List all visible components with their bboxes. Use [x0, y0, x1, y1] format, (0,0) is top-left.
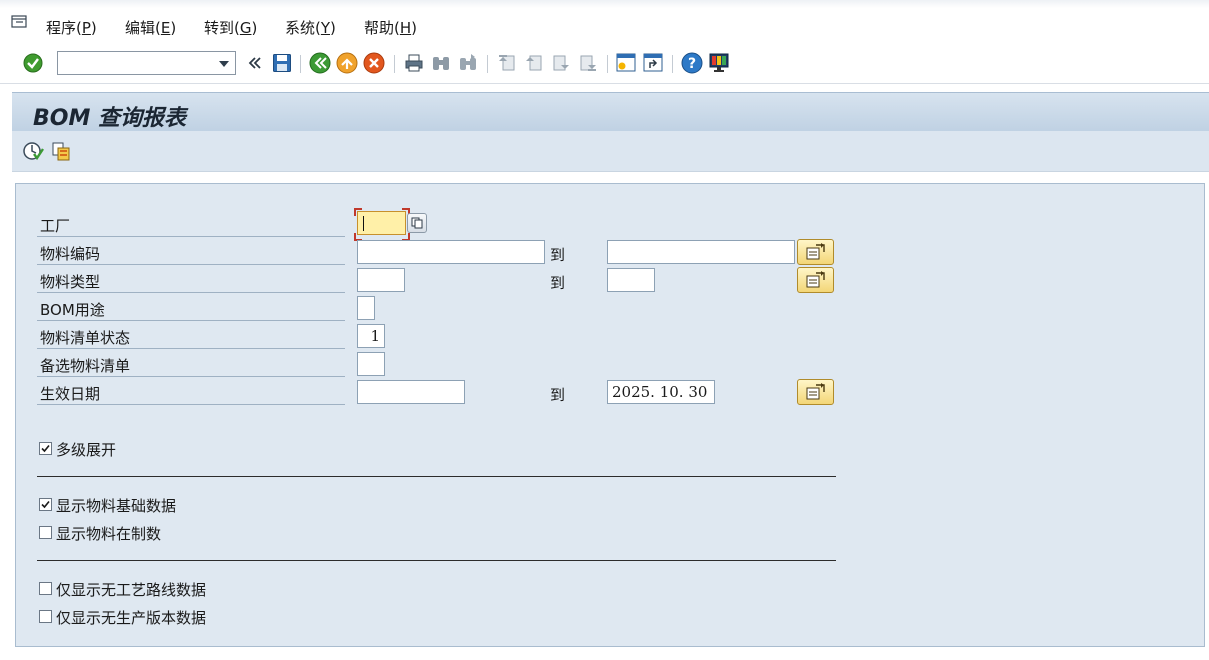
multiple-selection-icon: [806, 383, 825, 400]
no-routing-only-label: 仅显示无工艺路线数据: [56, 581, 207, 599]
menu-system[interactable]: 系统(Y): [285, 17, 336, 38]
no-production-version-only-checkbox[interactable]: [39, 610, 52, 623]
system-toolbar: ?: [0, 46, 1209, 84]
find-icon[interactable]: [430, 52, 452, 74]
to-label: 到: [550, 274, 566, 292]
field-label-alternative-bom: 备选物料清单: [40, 357, 131, 375]
multi-level-explode-checkbox[interactable]: [39, 442, 52, 455]
checkmark-icon: [41, 444, 50, 453]
field-label-material: 物料编码: [40, 245, 101, 263]
collapse-icon[interactable]: [244, 52, 266, 74]
variant-icon[interactable]: [50, 140, 72, 162]
page-title: BOM 查询报表: [33, 106, 187, 131]
to-label: 到: [550, 386, 566, 404]
menu-bar: 程序(P) 编辑(E) 转到(G) 系统(Y) 帮助(H): [0, 0, 1209, 46]
menu-help[interactable]: 帮助(H): [364, 17, 417, 38]
checkmark-icon: [41, 500, 50, 509]
valid-date-multiple-selection-button[interactable]: [797, 379, 834, 405]
customize-layout-icon[interactable]: [708, 52, 730, 74]
field-label-material-type: 物料类型: [40, 273, 101, 291]
menu-toggle-icon[interactable]: [11, 14, 29, 30]
application-toolbar: [12, 131, 1209, 172]
copy-button[interactable]: [407, 213, 427, 233]
material-multiple-selection-button[interactable]: [797, 239, 834, 265]
to-label: 到: [550, 246, 566, 264]
shortcut-icon[interactable]: [642, 52, 664, 74]
command-input[interactable]: [62, 53, 216, 75]
print-icon[interactable]: [403, 52, 425, 74]
find-next-icon[interactable]: [457, 52, 479, 74]
plant-input[interactable]: [357, 211, 406, 235]
show-wip-quantity-checkbox[interactable]: [39, 526, 52, 539]
menu-program[interactable]: 程序(P): [46, 17, 97, 38]
divider: [37, 476, 836, 477]
material-type-multiple-selection-button[interactable]: [797, 267, 834, 293]
svg-text:?: ?: [688, 56, 696, 72]
multi-level-explode-label: 多级展开: [56, 441, 117, 459]
help-icon[interactable]: ?: [681, 52, 703, 74]
field-label-bom-status: 物料清单状态: [40, 329, 131, 347]
valid-date-from-input[interactable]: [357, 380, 465, 404]
no-routing-only-checkbox[interactable]: [39, 582, 52, 595]
material-to-input[interactable]: [607, 240, 795, 264]
bom-usage-input[interactable]: [357, 296, 375, 320]
chevron-down-icon[interactable]: [219, 61, 229, 67]
first-page-icon[interactable]: [496, 52, 518, 74]
menu-edit[interactable]: 编辑(E): [125, 17, 176, 38]
exit-icon[interactable]: [336, 52, 358, 74]
save-icon[interactable]: [271, 52, 293, 74]
show-material-master-checkbox[interactable]: [39, 498, 52, 511]
next-page-icon[interactable]: [550, 52, 572, 74]
material-type-to-input[interactable]: [607, 268, 655, 292]
multiple-selection-icon: [806, 243, 825, 260]
field-label-valid-from: 生效日期: [40, 385, 101, 403]
copy-icon: [411, 217, 423, 229]
no-production-version-only-label: 仅显示无生产版本数据: [56, 609, 207, 627]
command-field[interactable]: [57, 51, 236, 75]
show-material-master-label: 显示物料基础数据: [56, 497, 177, 515]
divider: [37, 560, 836, 561]
material-type-from-input[interactable]: [357, 268, 405, 292]
valid-date-to-input[interactable]: 2025. 10. 30: [607, 380, 715, 404]
material-from-input[interactable]: [357, 240, 545, 264]
menu-goto[interactable]: 转到(G): [204, 17, 257, 38]
field-label-bom-usage: BOM用途: [40, 301, 105, 319]
title-bar: BOM 查询报表: [12, 92, 1209, 132]
show-wip-quantity-label: 显示物料在制数: [56, 525, 162, 543]
execute-icon[interactable]: [22, 140, 44, 162]
prev-page-icon[interactable]: [523, 52, 545, 74]
back-icon[interactable]: [309, 52, 331, 74]
last-page-icon[interactable]: [577, 52, 599, 74]
alternative-bom-input[interactable]: [357, 352, 385, 376]
multiple-selection-icon: [806, 271, 825, 288]
selection-screen: 工厂 物料编码 到 物料类型 到 BOM用途 物料清单状态 1 备选物料清单 生…: [15, 183, 1205, 647]
cancel-icon[interactable]: [363, 52, 385, 74]
field-label-plant: 工厂: [40, 217, 71, 235]
enter-icon[interactable]: [22, 52, 44, 74]
new-session-icon[interactable]: [615, 52, 637, 74]
bom-status-input[interactable]: 1: [357, 324, 385, 348]
